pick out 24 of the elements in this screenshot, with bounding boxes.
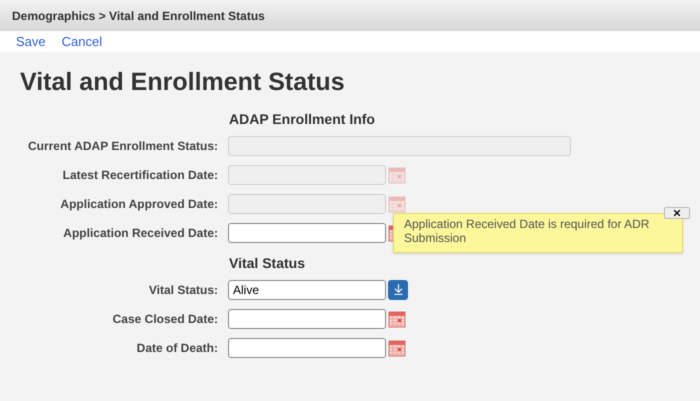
- page-title: Vital and Enrollment Status: [20, 67, 346, 97]
- calendar-icon[interactable]: [388, 338, 406, 356]
- date-field[interactable]: [228, 308, 386, 328]
- calendar-icon[interactable]: [388, 310, 406, 328]
- close-button[interactable]: [664, 207, 690, 219]
- toolbar-link[interactable]: Cancel: [62, 32, 102, 52]
- field-label: Latest Recertification Date:: [62, 166, 218, 184]
- field-label: Application Received Date:: [62, 224, 218, 242]
- date-field[interactable]: [228, 222, 386, 242]
- section-heading: ADAP Enrollment Info: [229, 110, 375, 128]
- select-field[interactable]: Alive: [228, 280, 386, 300]
- section-heading: Vital Status: [229, 254, 305, 272]
- download-arrow-icon: [392, 283, 404, 296]
- toolbar-link[interactable]: Save: [16, 32, 46, 52]
- field-label: Date of Death:: [136, 340, 218, 356]
- validation-tooltip: Application Received Date is required for ADR Submission: [393, 213, 683, 253]
- field-label: Vital Status:: [148, 282, 218, 298]
- field-label: Application Approved Date:: [59, 196, 218, 212]
- dropdown-button[interactable]: [388, 280, 408, 300]
- close-icon: [672, 208, 682, 218]
- breadcrumb-bar: Demographics > Vital and Enrollment Status: [0, 0, 700, 31]
- field-label: Current ADAP Enrollment Status:: [26, 138, 218, 154]
- date-field[interactable]: [228, 338, 386, 358]
- field-label: Case Closed Date:: [112, 310, 218, 328]
